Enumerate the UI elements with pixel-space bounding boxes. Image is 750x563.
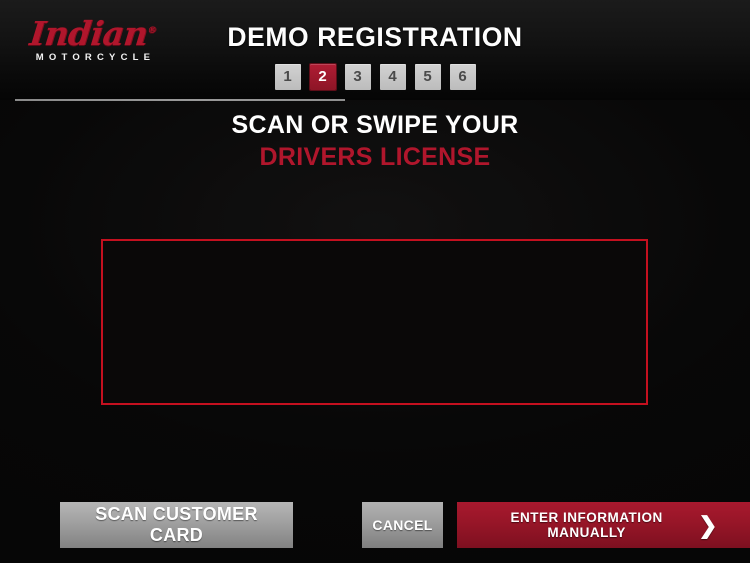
license-scan-region[interactable] [101, 239, 648, 405]
registration-screen: Indian® MOTORCYCLE DEMO REGISTRATION 1 2… [0, 0, 750, 563]
page-title: DEMO REGISTRATION [227, 22, 523, 52]
cancel-label: CANCEL [372, 517, 433, 533]
step-indicator: 1 2 3 4 5 6 [0, 64, 750, 90]
enter-information-manually-button[interactable]: ENTER INFORMATION MANUALLY ❯ [457, 502, 750, 548]
step-6[interactable]: 6 [449, 64, 476, 90]
instruction-line-2: DRIVERS LICENSE [259, 143, 491, 171]
app-header: Indian® MOTORCYCLE DEMO REGISTRATION 1 2… [0, 0, 750, 100]
scan-customer-card-label: SCAN CUSTOMER CARD [95, 504, 258, 545]
step-1[interactable]: 1 [274, 64, 301, 90]
instruction-line-1: SCAN OR SWIPE YOUR [231, 111, 519, 139]
step-5[interactable]: 5 [414, 64, 441, 90]
instruction-text: SCAN OR SWIPE YOUR DRIVERS LICENSE [0, 110, 750, 172]
step-2[interactable]: 2 [309, 64, 336, 90]
header-divider [15, 99, 345, 101]
enter-information-manually-label: ENTER INFORMATION MANUALLY [510, 510, 663, 540]
scan-customer-card-button[interactable]: SCAN CUSTOMER CARD [60, 502, 293, 548]
chevron-right-icon: ❯ [698, 511, 718, 538]
logo-sub-text: MOTORCYCLE [35, 52, 156, 63]
cancel-button[interactable]: CANCEL [362, 502, 443, 548]
step-3[interactable]: 3 [344, 64, 371, 90]
step-4[interactable]: 4 [379, 64, 406, 90]
